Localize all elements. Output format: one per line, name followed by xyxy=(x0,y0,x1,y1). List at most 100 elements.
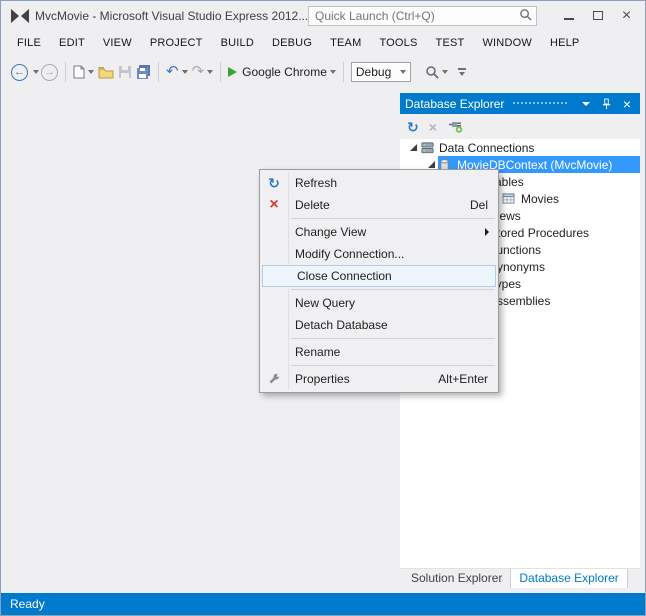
menu-item-label: Refresh xyxy=(295,176,338,190)
find-in-files-button[interactable] xyxy=(423,60,450,84)
solution-configuration-combobox[interactable]: Debug xyxy=(350,62,411,82)
play-icon xyxy=(228,67,238,77)
search-icon xyxy=(519,8,532,24)
menu-separator xyxy=(291,338,495,339)
submenu-arrow-icon xyxy=(485,228,489,236)
menu-help[interactable]: HELP xyxy=(541,31,589,56)
menu-view[interactable]: VIEW xyxy=(94,31,141,56)
maximize-icon xyxy=(592,11,603,20)
minimize-icon xyxy=(563,17,574,20)
navigate-forward-button[interactable]: → xyxy=(39,60,60,84)
database-explorer-toolbar: ↻ × xyxy=(400,114,640,139)
forward-arrow-icon: → xyxy=(41,63,58,81)
menu-build[interactable]: BUILD xyxy=(212,31,263,56)
toolbar-overflow-button[interactable] xyxy=(457,68,466,76)
panel-title: Database Explorer xyxy=(405,96,505,111)
toolbar-separator xyxy=(65,62,66,82)
panel-tab-strip: Solution Explorer Database Explorer xyxy=(400,568,640,588)
menu-window[interactable]: WINDOW xyxy=(473,31,540,56)
menu-item-label: Close Connection xyxy=(297,269,392,283)
menu-item-modify-connection[interactable]: Modify Connection... xyxy=(260,243,498,265)
undo-caret-icon xyxy=(181,70,188,74)
tree-item-data-connections[interactable]: Data Connections xyxy=(400,139,640,156)
panel-menu-caret-icon[interactable] xyxy=(581,101,590,106)
menu-item-label: New Query xyxy=(295,296,356,310)
configuration-value: Debug xyxy=(355,65,392,79)
menu-edit[interactable]: EDIT xyxy=(50,31,94,56)
menu-item-label: Delete xyxy=(295,198,330,212)
menu-item-rename[interactable]: Rename xyxy=(260,341,498,363)
start-debugging-button[interactable]: Google Chrome xyxy=(226,60,338,84)
pin-icon[interactable] xyxy=(602,98,611,110)
menu-item-new-query[interactable]: New Query xyxy=(260,292,498,314)
connect-to-database-icon[interactable] xyxy=(447,117,463,136)
menu-project[interactable]: PROJECT xyxy=(141,31,212,56)
menu-bar: FILE EDIT VIEW PROJECT BUILD DEBUG TEAM … xyxy=(1,31,645,56)
menu-test[interactable]: TEST xyxy=(427,31,474,56)
panel-close-icon[interactable]: × xyxy=(623,97,631,111)
tab-database-explorer[interactable]: Database Explorer xyxy=(510,569,628,588)
toolbar-separator xyxy=(342,62,344,82)
menu-separator xyxy=(291,365,495,366)
table-icon xyxy=(502,192,518,206)
menu-item-refresh[interactable]: ↻ Refresh xyxy=(260,172,498,194)
quick-launch-box[interactable] xyxy=(308,6,537,26)
close-button[interactable]: × xyxy=(612,5,641,26)
save-button[interactable] xyxy=(116,60,134,84)
menu-item-delete[interactable]: × Delete Del xyxy=(260,194,498,216)
overflow-caret-icon xyxy=(458,72,465,76)
save-all-icon xyxy=(137,65,150,79)
menu-debug[interactable]: DEBUG xyxy=(263,31,321,56)
undo-button[interactable]: ↶ xyxy=(164,60,190,84)
new-item-button[interactable] xyxy=(71,60,96,84)
title-bar[interactable]: MvcMovie - Microsoft Visual Studio Expre… xyxy=(1,1,645,31)
menu-item-shortcut: Alt+Enter xyxy=(438,372,488,386)
server-icon xyxy=(420,141,436,155)
menu-file[interactable]: FILE xyxy=(8,31,50,56)
delete-icon: × xyxy=(269,196,279,213)
overflow-bars-icon xyxy=(457,68,466,70)
status-bar: Ready xyxy=(1,593,645,615)
redo-caret-icon xyxy=(207,70,214,74)
undo-icon: ↶ xyxy=(166,63,179,80)
refresh-icon: ↻ xyxy=(268,175,280,191)
drag-grip-dots[interactable] xyxy=(512,101,568,106)
maximize-button[interactable] xyxy=(583,5,612,26)
save-all-button[interactable] xyxy=(134,60,153,84)
menu-item-close-connection[interactable]: Close Connection xyxy=(262,265,496,287)
menu-item-shortcut: Del xyxy=(469,198,488,212)
back-arrow-icon: ← xyxy=(11,63,28,81)
window-title: MvcMovie - Microsoft Visual Studio Expre… xyxy=(35,9,309,23)
tree-item-label: Movies xyxy=(521,191,560,206)
visual-studio-logo-icon xyxy=(10,8,30,27)
quick-launch-input[interactable] xyxy=(313,9,519,23)
menu-item-label: Rename xyxy=(295,345,341,359)
menu-team[interactable]: TEAM xyxy=(321,31,370,56)
open-folder-icon xyxy=(98,66,114,78)
menu-item-change-view[interactable]: Change View xyxy=(260,221,498,243)
menu-tools[interactable]: TOOLS xyxy=(370,31,426,56)
save-icon xyxy=(119,66,131,78)
close-icon: × xyxy=(621,6,632,24)
minimize-button[interactable] xyxy=(554,5,583,26)
redo-button[interactable]: ↷ xyxy=(190,60,216,84)
toolbar-separator xyxy=(158,62,159,82)
database-explorer-header[interactable]: Database Explorer × xyxy=(400,93,640,114)
run-target-caret-icon[interactable] xyxy=(329,70,336,74)
open-file-button[interactable] xyxy=(96,60,116,84)
expand-arrow-icon[interactable] xyxy=(424,161,438,168)
delete-connection-icon[interactable]: × xyxy=(429,119,437,135)
expand-arrow-icon[interactable] xyxy=(406,144,420,151)
menu-item-properties[interactable]: Properties Alt+Enter xyxy=(260,368,498,390)
refresh-icon[interactable]: ↻ xyxy=(407,119,419,135)
configuration-caret-icon xyxy=(399,70,406,74)
tree-item-label: Stored Procedures xyxy=(489,225,590,240)
navigate-back-button[interactable]: ← xyxy=(9,60,30,84)
tree-item-label: Data Connections xyxy=(439,140,535,155)
menu-item-detach-database[interactable]: Detach Database xyxy=(260,314,498,336)
vs-window: MvcMovie - Microsoft Visual Studio Expre… xyxy=(0,0,646,616)
menu-separator xyxy=(291,218,495,219)
new-file-icon xyxy=(73,65,85,79)
tab-solution-explorer[interactable]: Solution Explorer xyxy=(403,569,510,588)
menu-item-label: Modify Connection... xyxy=(295,247,405,261)
